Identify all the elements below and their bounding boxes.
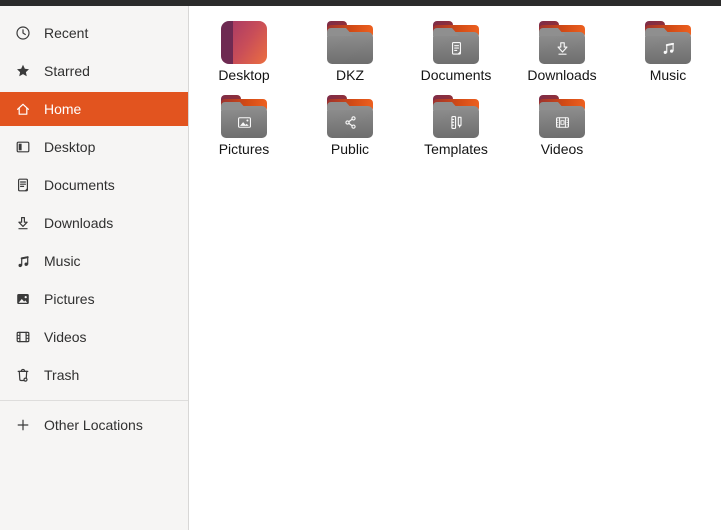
folder-public-icon (327, 88, 373, 138)
file-item-label: Pictures (218, 141, 270, 157)
plus-icon (15, 417, 31, 433)
sidebar-item-recent[interactable]: Recent (0, 16, 188, 50)
folder-documents-icon (433, 14, 479, 64)
file-item-label: Desktop (218, 67, 270, 83)
folder-templates-icon (433, 88, 479, 138)
desktop-art-icon (221, 14, 267, 64)
downloads-icon (15, 215, 31, 231)
folder-videos-icon (539, 88, 585, 138)
file-item-pictures[interactable]: Pictures (191, 88, 297, 162)
sidebar-item-label: Other Locations (44, 417, 143, 433)
sidebar-item-downloads[interactable]: Downloads (0, 206, 188, 240)
desktop-icon (15, 139, 31, 155)
sidebar-item-label: Trash (44, 367, 80, 383)
sidebar-separator (0, 400, 188, 401)
sidebar-item-label: Downloads (44, 215, 114, 231)
sidebar-item-label: Home (44, 101, 82, 117)
sidebar-item-music[interactable]: Music (0, 244, 188, 278)
sidebar: Recent Starred Home Desktop Documents Downloa… (0, 6, 189, 530)
main-content-area: Desktop DKZ Documents Downloads Music Picture… (189, 6, 721, 530)
home-icon (15, 101, 31, 117)
sidebar-item-trash[interactable]: Trash (0, 358, 188, 392)
file-item-templates[interactable]: Templates (403, 88, 509, 162)
videos-icon (15, 329, 31, 345)
file-item-label: Documents (420, 67, 492, 83)
file-grid: Desktop DKZ Documents Downloads Music Picture… (189, 6, 721, 162)
sidebar-item-label: Music (44, 253, 81, 269)
file-item-music[interactable]: Music (615, 14, 721, 88)
file-item-label: DKZ (336, 67, 364, 83)
documents-icon (15, 177, 31, 193)
file-item-label: Videos (540, 141, 584, 157)
file-item-downloads[interactable]: Downloads (509, 14, 615, 88)
sidebar-item-label: Recent (44, 25, 89, 41)
file-item-desktop[interactable]: Desktop (191, 14, 297, 88)
folder-pictures-icon (221, 88, 267, 138)
files-app-window: Recent Starred Home Desktop Documents Downloa… (0, 6, 721, 530)
sidebar-item-label: Videos (44, 329, 87, 345)
file-item-label: Templates (424, 141, 488, 157)
sidebar-item-home[interactable]: Home (0, 92, 188, 126)
file-item-videos[interactable]: Videos (509, 88, 615, 162)
file-item-label: Downloads (527, 67, 597, 83)
pictures-icon (15, 291, 31, 307)
file-item-documents[interactable]: Documents (403, 14, 509, 88)
sidebar-item-desktop[interactable]: Desktop (0, 130, 188, 164)
folder-downloads-icon (539, 14, 585, 64)
sidebar-item-starred[interactable]: Starred (0, 54, 188, 88)
sidebar-item-videos[interactable]: Videos (0, 320, 188, 354)
sidebar-item-label: Starred (44, 63, 90, 79)
music-icon (15, 253, 31, 269)
sidebar-item-pictures[interactable]: Pictures (0, 282, 188, 316)
file-item-dkz[interactable]: DKZ (297, 14, 403, 88)
sidebar-item-label: Pictures (44, 291, 95, 307)
sidebar-item-label: Desktop (44, 139, 96, 155)
sidebar-item-label: Documents (44, 177, 115, 193)
folder-music-icon (645, 14, 691, 64)
sidebar-item-other-locations[interactable]: Other Locations (0, 408, 188, 442)
starred-icon (15, 63, 31, 79)
file-item-label: Music (649, 67, 687, 83)
folder-plain-icon (327, 14, 373, 64)
trash-icon (15, 367, 31, 383)
sidebar-item-documents[interactable]: Documents (0, 168, 188, 202)
recent-icon (15, 25, 31, 41)
file-item-public[interactable]: Public (297, 88, 403, 162)
file-item-label: Public (330, 141, 370, 157)
